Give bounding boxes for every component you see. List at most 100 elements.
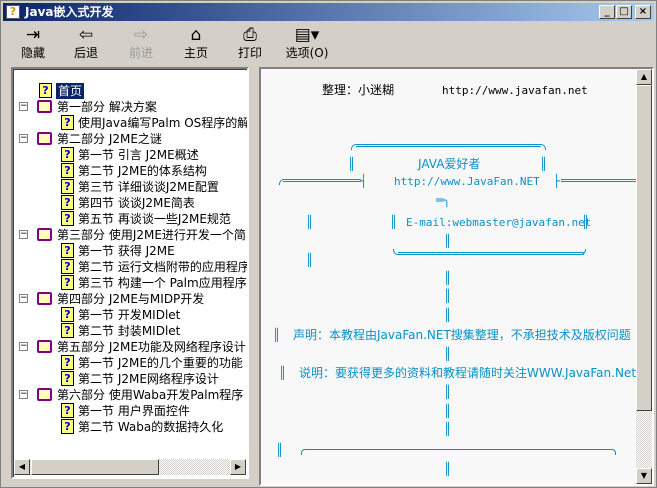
tree-section[interactable]: − 第五部分 J2ME功能及网络程序设计 — [13, 339, 247, 355]
help-page-icon: ? — [61, 371, 74, 386]
tree-item-label: 第二节 J2ME网络程序设计 — [78, 372, 219, 386]
print-label: 打印 — [237, 46, 262, 60]
help-page-icon: ? — [61, 179, 74, 194]
tree-item[interactable]: ? 第二节 J2ME的体系结构 — [13, 163, 247, 179]
minimize-button[interactable]: _ — [599, 5, 615, 19]
collapse-icon[interactable]: − — [19, 230, 28, 239]
tree-item-label: 第二节 运行文档附带的应用程序 — [78, 260, 249, 274]
frame-bar: ║ — [273, 328, 281, 342]
scroll-up-button[interactable]: ▲ — [636, 69, 652, 85]
tree-item-label: 第一节 获得 J2ME — [78, 244, 175, 258]
frame-bar: ║ — [444, 271, 452, 285]
app-icon: ? — [6, 5, 20, 19]
frame-bar: ║ — [444, 385, 452, 399]
tree-item[interactable]: ? 第二节 封装MIDlet — [13, 323, 247, 339]
frame-line — [356, 144, 541, 147]
tree-section[interactable]: − 第二部分 J2ME之谜 — [13, 131, 247, 147]
tree-item-label: 第五部分 J2ME功能及网络程序设计 — [57, 340, 246, 354]
printer-icon: ⎙ — [243, 25, 257, 45]
frame-bar: ║ — [582, 215, 590, 229]
tree-item[interactable]: ? 第四节 谈谈J2ME简表 — [13, 195, 247, 211]
tree-item-label: 第一节 引言 J2ME概述 — [78, 148, 199, 162]
scroll-down-button[interactable]: ▼ — [636, 468, 652, 484]
frame-bar: ║ — [444, 347, 452, 361]
collapse-icon[interactable]: − — [19, 102, 28, 111]
tree-item[interactable]: ? 第二节 Waba的数据持久化 — [13, 419, 247, 435]
maximize-button[interactable]: □ — [616, 5, 632, 19]
collapse-icon[interactable]: − — [19, 342, 28, 351]
tree-item-label: 使用Java编写Palm OS程序的解决方案 — [78, 116, 249, 130]
tree-item[interactable]: ? 第二节 J2ME网络程序设计 — [13, 371, 247, 387]
options-button[interactable]: ▤▾ 选项(O) — [279, 25, 335, 61]
email-text: E-mail:webmaster@javafan.net — [406, 216, 592, 229]
tree-item[interactable]: ? 第三节 构建一个 Palm应用程序 — [13, 275, 247, 291]
collapse-icon[interactable]: − — [19, 294, 28, 303]
back-button[interactable]: ⇦ 后退 — [62, 25, 110, 61]
tree-item[interactable]: ? 第二节 运行文档附带的应用程序 — [13, 259, 249, 275]
help-page-icon: ? — [61, 211, 74, 226]
frame-line — [305, 449, 613, 450]
tree-section[interactable]: − 第六部分 使用Waba开发Palm程序 — [13, 387, 247, 403]
frame-bar: ║ — [444, 462, 452, 476]
frame-line — [283, 179, 361, 182]
help-page-icon: ? — [61, 259, 74, 274]
title-bar: ? Java嵌入式开发 _ □ × — [3, 3, 654, 21]
vertical-scrollbar[interactable]: ▲ ▼ — [636, 69, 652, 484]
frame-joint: ═╮ — [436, 193, 451, 207]
hide-label: 隐藏 — [20, 46, 45, 60]
help-page-icon: ? — [61, 195, 74, 210]
help-page-icon: ? — [61, 419, 74, 434]
frame-bar: ║ — [444, 422, 452, 436]
print-button[interactable]: ⎙ 打印 — [226, 25, 274, 61]
frame-bar: ║ — [306, 253, 314, 267]
help-page-icon: ? — [61, 323, 74, 338]
hide-icon: ⇥ — [25, 25, 41, 45]
horizontal-scrollbar[interactable]: ◀ ▶ — [14, 459, 246, 475]
tree-item[interactable]: ? 第一节 获得 J2ME — [13, 243, 247, 259]
frame-corner — [540, 144, 546, 150]
tree-item[interactable]: ? 第一节 用户界面控件 — [13, 403, 247, 419]
content-pane: 整理：小迷糊 http://www.javafan.net ║ JAVA爱好者 … — [259, 67, 654, 486]
back-label: 后退 — [73, 46, 98, 60]
tree-item[interactable]: ? 使用Java编写Palm OS程序的解决方案 — [13, 115, 249, 131]
statement-text: 声明：本教程由JavaFan.NET搜集整理，不承担技术及版权问题 — [293, 328, 631, 342]
tree-section[interactable]: − 第三部分 使用J2ME进行开发一个简 — [13, 227, 247, 243]
tree-item-label: 第六部分 使用Waba开发Palm程序 — [57, 388, 244, 402]
tree-item-label: 第一节 开发MIDlet — [78, 308, 181, 322]
tree-section[interactable]: − 第四部分 J2ME与MIDP开发 — [13, 291, 247, 307]
collapse-icon[interactable]: − — [19, 134, 28, 143]
frame-bar: ║ — [444, 289, 452, 303]
banner-url: http://www.JavaFan.NET — [394, 175, 540, 188]
horizontal-scroll-thumb[interactable] — [31, 459, 159, 475]
hide-button[interactable]: ⇥ 隐藏 — [9, 25, 57, 61]
tree-item[interactable]: ? 第五节 再谈谈一些J2ME规范 — [13, 211, 247, 227]
frame-tee: ┤ — [360, 174, 368, 188]
tree-item-label: 第三节 构建一个 Palm应用程序 — [78, 276, 247, 290]
scroll-right-button[interactable]: ▶ — [230, 459, 246, 475]
home-button[interactable]: ⌂ 主页 — [172, 25, 220, 61]
open-book-icon — [37, 100, 52, 113]
frame-tee: ├ — [553, 174, 561, 188]
options-icon: ▤▾ — [294, 25, 320, 45]
tree-item-label: 第一节 J2ME的几个重要的功能 — [78, 356, 243, 370]
tree-item[interactable]: ? 第一节 J2ME的几个重要的功能 — [13, 355, 247, 371]
forward-button[interactable]: ⇨ 前进 — [117, 25, 165, 61]
vertical-scroll-thumb[interactable] — [636, 85, 652, 411]
close-button[interactable]: × — [635, 5, 651, 19]
frame-bar: ║ — [279, 366, 287, 380]
help-page-icon: ? — [61, 307, 74, 322]
tree-item-label: 第三部分 使用J2ME进行开发一个简 — [57, 228, 246, 242]
help-page-icon: ? — [39, 83, 52, 98]
open-book-icon — [37, 388, 52, 401]
scroll-left-button[interactable]: ◀ — [14, 459, 30, 475]
tree-item[interactable]: ? 第三节 详细谈谈J2ME配置 — [13, 179, 247, 195]
frame-bar: ║ — [540, 157, 548, 171]
tree-item[interactable]: ? 第一节 开发MIDlet — [13, 307, 247, 323]
tree-item[interactable]: ? 第一节 引言 J2ME概述 — [13, 147, 247, 163]
tree-section[interactable]: − 第一部分 解决方案 — [13, 99, 247, 115]
forward-arrow-icon: ⇨ — [133, 25, 149, 45]
note-text: 说明：要获得更多的资料和教程请随时关注WWW.JavaFan.Net — [299, 366, 637, 380]
frame-line — [561, 179, 641, 182]
collapse-icon[interactable]: − — [19, 390, 28, 399]
tree-item-label: 第四节 谈谈J2ME简表 — [78, 196, 195, 210]
